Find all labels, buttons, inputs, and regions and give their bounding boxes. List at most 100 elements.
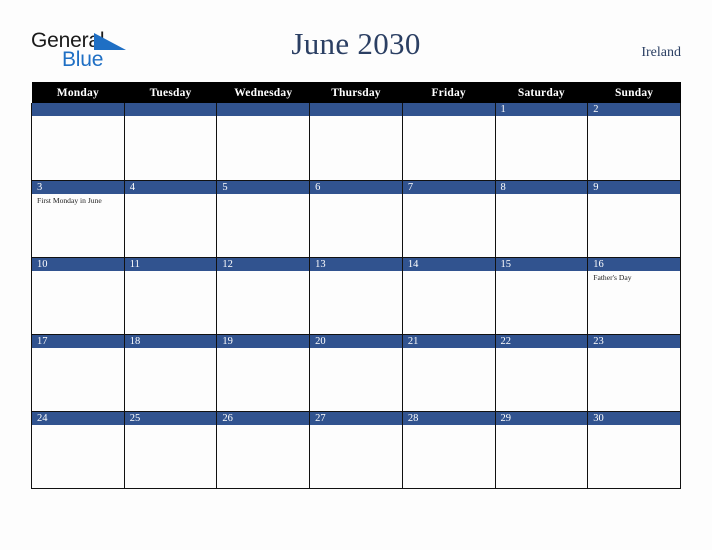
calendar-day-cell[interactable]: 20	[309, 334, 403, 412]
page-title: June 2030	[291, 26, 421, 61]
day-events	[217, 271, 309, 273]
calendar-day-cell[interactable]: 27	[309, 411, 403, 489]
month-calendar-grid: Monday Tuesday Wednesday Thursday Friday…	[31, 82, 681, 489]
day-events	[125, 348, 217, 350]
calendar-day-cell[interactable]: 30	[587, 411, 681, 489]
day-events	[588, 425, 680, 427]
day-cell-inner	[32, 103, 124, 179]
day-cell-inner: 16 Father's Day	[588, 257, 680, 334]
weekday-header-wednesday: Wednesday	[216, 82, 310, 103]
day-cell-inner: 22	[495, 334, 588, 411]
calendar-day-cell[interactable]: 24	[31, 411, 125, 489]
day-events	[32, 116, 124, 118]
day-cell-inner: 11	[124, 257, 217, 334]
day-number	[32, 103, 124, 116]
day-number: 10	[32, 257, 124, 271]
day-number: 18	[124, 334, 217, 348]
day-cell-inner: 21	[402, 334, 495, 411]
day-events	[496, 194, 588, 196]
calendar-day-cell[interactable]: 3 First Monday in June	[31, 180, 125, 258]
calendar-empty-cell	[31, 103, 125, 181]
day-number: 8	[495, 180, 588, 194]
calendar-day-cell[interactable]: 1	[494, 103, 589, 181]
calendar-empty-cell	[123, 103, 218, 181]
calendar-day-cell[interactable]: 22	[494, 334, 589, 412]
weekday-header-saturday: Saturday	[495, 82, 588, 103]
holiday-event: First Monday in June	[37, 195, 102, 205]
holiday-event: Father's Day	[593, 272, 632, 282]
calendar-day-cell[interactable]: 15	[494, 257, 589, 335]
day-cell-inner: 12	[217, 257, 310, 334]
day-cell-inner: 10	[32, 257, 124, 334]
calendar-day-cell[interactable]: 19	[216, 334, 311, 412]
day-number: 5	[217, 180, 310, 194]
calendar-day-cell[interactable]: 14	[401, 257, 496, 335]
calendar-page: General Blue June 2030 Ireland Monday Tu…	[0, 0, 712, 550]
calendar-weeks-body: 1 2 3 First Monday in June 4 5 6 7 8 9 10 11 12 13 14 1…	[31, 103, 681, 489]
calendar-day-cell[interactable]: 11	[123, 257, 218, 335]
calendar-day-cell[interactable]: 29	[494, 411, 589, 489]
calendar-day-cell[interactable]: 26	[216, 411, 311, 489]
calendar-day-cell[interactable]: 9	[587, 180, 681, 258]
day-cell-inner: 26	[217, 411, 310, 488]
day-events	[125, 116, 217, 118]
day-events	[496, 116, 588, 118]
day-cell-inner: 20	[310, 334, 402, 411]
day-events	[403, 116, 495, 118]
day-events	[588, 348, 680, 350]
day-number: 30	[588, 411, 680, 425]
day-cell-inner: 9	[588, 180, 680, 257]
calendar-day-cell[interactable]: 16 Father's Day	[587, 257, 681, 335]
day-cell-inner: 7	[402, 180, 495, 257]
calendar-day-cell[interactable]: 21	[401, 334, 496, 412]
day-events	[310, 271, 402, 273]
calendar-day-cell[interactable]: 12	[216, 257, 311, 335]
day-cell-inner: 14	[402, 257, 495, 334]
calendar-day-cell[interactable]: 13	[309, 257, 403, 335]
calendar-day-cell[interactable]: 28	[401, 411, 496, 489]
calendar-week-row: 24 25 26 27 28 29 30	[31, 411, 681, 489]
day-number: 24	[32, 411, 124, 425]
calendar-day-cell[interactable]: 6	[309, 180, 403, 258]
day-number: 11	[124, 257, 217, 271]
day-events	[32, 348, 124, 350]
calendar-day-cell[interactable]: 7	[401, 180, 496, 258]
calendar-day-cell[interactable]: 8	[494, 180, 589, 258]
page-header: General Blue June 2030 Ireland	[0, 0, 712, 82]
day-cell-inner: 19	[217, 334, 310, 411]
day-number: 29	[495, 411, 588, 425]
country-label: Ireland	[641, 45, 681, 60]
calendar-day-cell[interactable]: 23	[587, 334, 681, 412]
calendar-day-cell[interactable]: 25	[123, 411, 218, 489]
day-cell-inner: 6	[310, 180, 402, 257]
day-number: 15	[495, 257, 588, 271]
day-number: 12	[217, 257, 310, 271]
day-events	[496, 348, 588, 350]
day-number: 16	[588, 257, 680, 271]
calendar-day-cell[interactable]: 2	[587, 103, 681, 181]
day-cell-inner	[402, 103, 495, 179]
calendar-week-row: 10 11 12 13 14 15 16 Father's Day	[31, 257, 681, 335]
day-events	[125, 425, 217, 427]
day-number: 4	[124, 180, 217, 194]
calendar-day-cell[interactable]: 18	[123, 334, 218, 412]
day-number: 2	[588, 103, 680, 116]
day-number: 1	[495, 103, 588, 116]
day-events	[588, 194, 680, 196]
day-cell-inner: 8	[495, 180, 588, 257]
calendar-day-cell[interactable]: 5	[216, 180, 311, 258]
day-cell-inner: 2	[588, 103, 680, 179]
day-number: 20	[310, 334, 402, 348]
calendar-day-cell[interactable]: 4	[123, 180, 218, 258]
weekday-header-friday: Friday	[402, 82, 496, 103]
day-events	[217, 194, 309, 196]
calendar-day-cell[interactable]: 10	[31, 257, 125, 335]
day-number	[402, 103, 495, 116]
day-cell-inner: 15	[495, 257, 588, 334]
day-number: 9	[588, 180, 680, 194]
day-cell-inner: 13	[310, 257, 402, 334]
day-events	[403, 194, 495, 196]
calendar-day-cell[interactable]: 17	[31, 334, 125, 412]
day-number: 23	[588, 334, 680, 348]
day-events	[310, 116, 402, 118]
